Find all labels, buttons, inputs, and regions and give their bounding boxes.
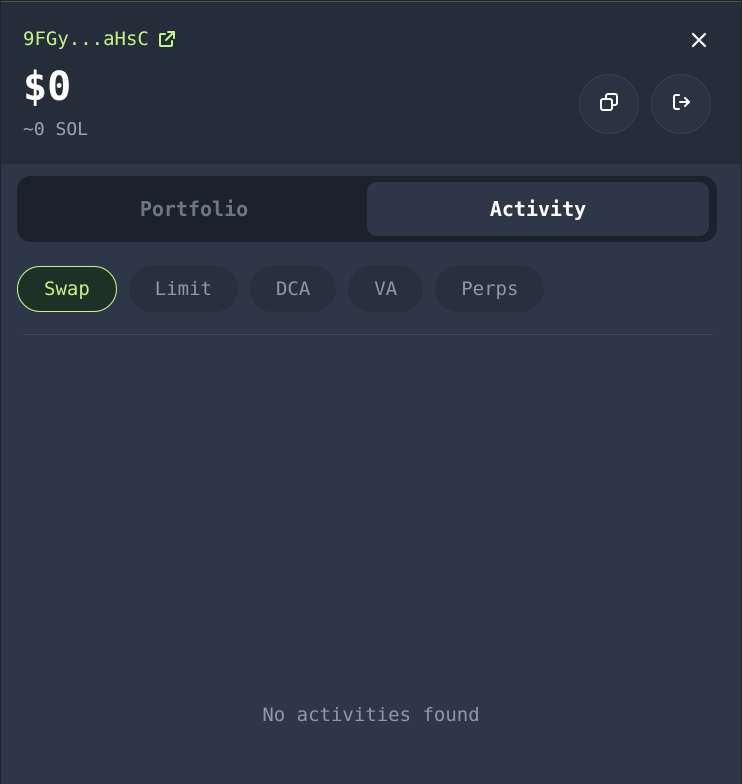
wallet-address-link[interactable]: 9FGy...aHsC xyxy=(23,28,177,50)
tab-portfolio[interactable]: Portfolio xyxy=(23,182,365,236)
view-tabs: Portfolio Activity xyxy=(17,176,717,242)
empty-state-message: No activities found xyxy=(262,704,480,726)
wallet-address: 9FGy...aHsC xyxy=(23,28,149,50)
filter-perps[interactable]: Perps xyxy=(435,266,545,312)
activity-filters: Swap Limit DCA VA Perps xyxy=(17,266,545,312)
filter-limit[interactable]: Limit xyxy=(128,266,238,312)
logout-icon xyxy=(670,91,692,117)
copy-address-button[interactable] xyxy=(579,74,639,134)
wallet-panel: 9FGy...aHsC $0 ~0 SOL Portfolio Activity… xyxy=(1,1,741,784)
filter-va[interactable]: VA xyxy=(348,266,424,312)
filter-dca[interactable]: DCA xyxy=(249,266,337,312)
divider xyxy=(23,334,713,335)
copy-icon xyxy=(598,91,620,117)
usd-balance: $0 xyxy=(23,64,72,110)
wallet-header: 9FGy...aHsC $0 ~0 SOL xyxy=(1,2,741,164)
filter-swap[interactable]: Swap xyxy=(17,266,117,312)
external-link-icon xyxy=(157,29,177,49)
sol-balance: ~0 SOL xyxy=(23,119,89,140)
disconnect-button[interactable] xyxy=(651,74,711,134)
tab-activity[interactable]: Activity xyxy=(367,182,709,236)
close-icon[interactable] xyxy=(687,28,711,52)
